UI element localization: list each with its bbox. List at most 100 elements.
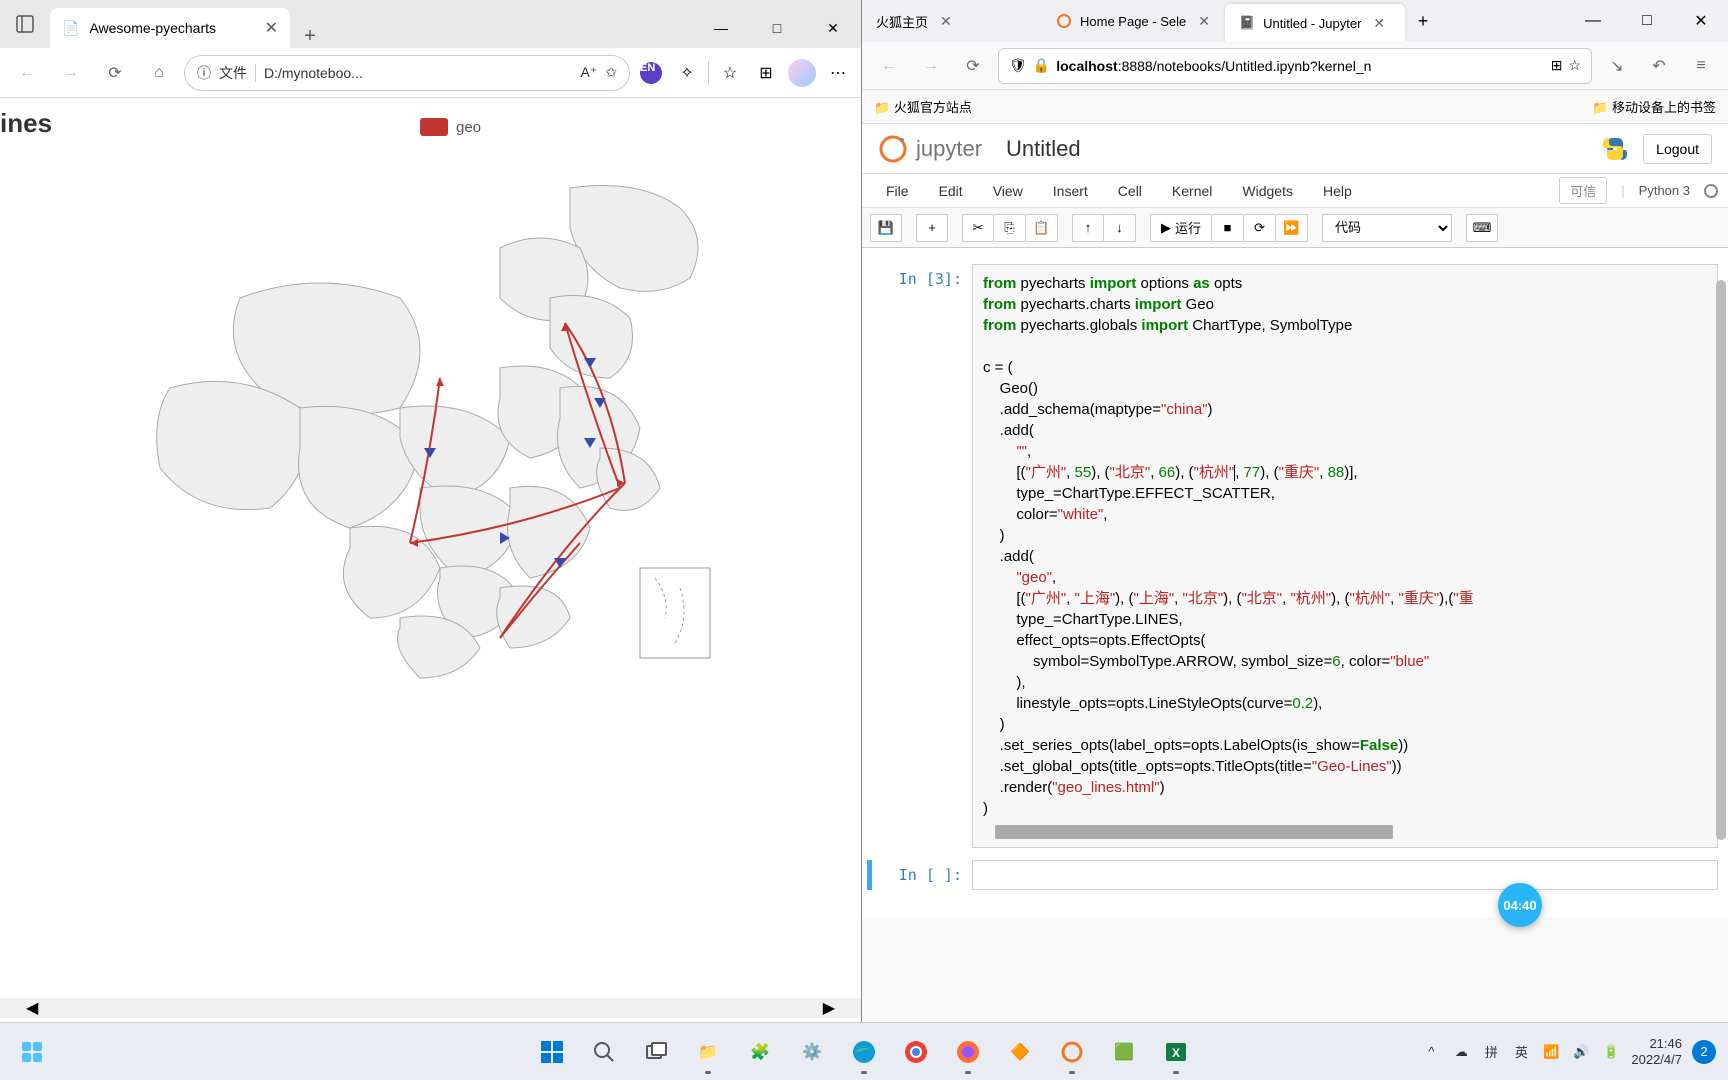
restart-button[interactable]: ⟳ bbox=[1244, 214, 1276, 242]
address-bar[interactable]: ⓘ 文件 D:/mynoteboo... A⁺ ✩ bbox=[184, 55, 630, 91]
tab-actions-button[interactable] bbox=[0, 0, 50, 48]
refresh-button[interactable]: ⟳ bbox=[956, 49, 990, 83]
vertical-scrollbar[interactable] bbox=[1716, 280, 1726, 840]
back-button[interactable]: ← bbox=[872, 49, 906, 83]
extensions-button[interactable]: ↘ bbox=[1600, 49, 1634, 83]
firefox-icon[interactable] bbox=[944, 1028, 992, 1076]
home-button[interactable]: ⌂ bbox=[140, 54, 178, 92]
save-button[interactable]: 💾 bbox=[870, 214, 902, 242]
menu-insert[interactable]: Insert bbox=[1039, 177, 1102, 205]
new-tab-button[interactable]: + bbox=[1405, 0, 1441, 42]
widgets-button[interactable] bbox=[12, 1032, 52, 1072]
menu-button[interactable]: ≡ bbox=[1684, 49, 1718, 83]
menu-kernel[interactable]: Kernel bbox=[1158, 177, 1226, 205]
app-icon[interactable]: 🧩 bbox=[736, 1028, 784, 1076]
firefox-tab-3[interactable]: 📓 Untitled - Jupyter ✕ bbox=[1225, 4, 1405, 42]
close-window-button[interactable]: ✕ bbox=[805, 8, 861, 48]
more-button[interactable]: ⋯ bbox=[823, 58, 853, 88]
run-button[interactable]: ▶ 运行 bbox=[1150, 214, 1212, 242]
start-button[interactable] bbox=[528, 1028, 576, 1076]
kernel-indicator-icon[interactable] bbox=[1704, 184, 1718, 198]
favorites-button[interactable]: ☆ bbox=[715, 58, 745, 88]
cell-type-select[interactable]: 代码 bbox=[1322, 214, 1452, 242]
bookmark-folder[interactable]: 📁 火狐官方站点 bbox=[874, 97, 972, 116]
onedrive-icon[interactable]: ☁ bbox=[1451, 1042, 1471, 1062]
forward-button[interactable]: → bbox=[52, 54, 90, 92]
bookmark-star-icon[interactable]: ☆ bbox=[1568, 57, 1581, 74]
favorites-icon[interactable]: ✩ bbox=[605, 64, 617, 81]
qr-icon[interactable]: ⊞ bbox=[1551, 57, 1563, 74]
site-info-icon[interactable]: ⓘ bbox=[197, 63, 211, 83]
task-view-button[interactable] bbox=[632, 1028, 680, 1076]
browser-tab[interactable]: 📄 Awesome-pyecharts ✕ bbox=[50, 8, 290, 48]
code-input-empty[interactable] bbox=[972, 860, 1718, 890]
collections-icon[interactable]: ⊞ bbox=[751, 58, 781, 88]
code-cell-empty[interactable]: In [ ]: bbox=[867, 860, 1718, 890]
chrome-icon[interactable] bbox=[892, 1028, 940, 1076]
code-input[interactable]: from pyecharts import options as optsfro… bbox=[972, 264, 1718, 848]
settings-icon[interactable]: ⚙️ bbox=[788, 1028, 836, 1076]
jupyter-logo[interactable]: jupyter bbox=[878, 134, 982, 164]
kernel-name[interactable]: Python 3 bbox=[1639, 183, 1690, 198]
battery-icon[interactable]: 🔋 bbox=[1601, 1042, 1621, 1062]
explorer-icon[interactable]: 📁 bbox=[684, 1028, 732, 1076]
shield-icon[interactable]: 🛡 bbox=[1009, 57, 1027, 74]
cut-button[interactable]: ✂ bbox=[962, 214, 994, 242]
back-button[interactable]: ← bbox=[8, 54, 46, 92]
excel-icon[interactable]: X bbox=[1152, 1028, 1200, 1076]
cell-horizontal-scrollbar[interactable] bbox=[995, 825, 1393, 839]
menu-widgets[interactable]: Widgets bbox=[1228, 177, 1307, 205]
horizontal-scrollbar[interactable]: ◀▶ bbox=[0, 998, 861, 1018]
chart-legend[interactable]: geo bbox=[420, 118, 481, 136]
paste-button[interactable]: 📋 bbox=[1026, 214, 1058, 242]
close-tab-icon[interactable]: ✕ bbox=[1198, 13, 1210, 30]
move-up-button[interactable]: ↑ bbox=[1072, 214, 1104, 242]
lock-icon[interactable]: 🔒 bbox=[1033, 57, 1050, 74]
edge-icon[interactable] bbox=[840, 1028, 888, 1076]
code-cell[interactable]: In [3]: from pyecharts import options as… bbox=[872, 264, 1718, 848]
search-button[interactable] bbox=[580, 1028, 628, 1076]
wifi-icon[interactable]: 📶 bbox=[1541, 1042, 1561, 1062]
close-window-button[interactable]: ✕ bbox=[1674, 0, 1728, 42]
close-tab-icon[interactable]: ✕ bbox=[940, 13, 952, 30]
library-button[interactable]: ↶ bbox=[1642, 49, 1676, 83]
notebook-title[interactable]: Untitled bbox=[1006, 136, 1081, 162]
command-palette-button[interactable]: ⌨ bbox=[1466, 214, 1498, 242]
interrupt-button[interactable]: ■ bbox=[1212, 214, 1244, 242]
china-geo-map[interactable] bbox=[120, 148, 760, 708]
minimize-button[interactable]: — bbox=[693, 8, 749, 48]
clock[interactable]: 21:46 2022/4/7 bbox=[1631, 1036, 1682, 1067]
ime-icon-2[interactable]: 英 bbox=[1511, 1042, 1531, 1062]
pycharm-icon[interactable]: 🟩 bbox=[1100, 1028, 1148, 1076]
timestamp-bubble[interactable]: 04:40 bbox=[1498, 883, 1542, 927]
menu-help[interactable]: Help bbox=[1309, 177, 1366, 205]
bookmark-item[interactable]: 📁 移动设备上的书签 bbox=[1592, 97, 1716, 116]
logout-button[interactable]: Logout bbox=[1643, 134, 1712, 164]
maximize-button[interactable]: □ bbox=[1620, 0, 1674, 42]
profile-button[interactable] bbox=[787, 58, 817, 88]
move-down-button[interactable]: ↓ bbox=[1104, 214, 1136, 242]
menu-cell[interactable]: Cell bbox=[1104, 177, 1156, 205]
collections-button[interactable]: ✧ bbox=[672, 58, 702, 88]
reader-mode-icon[interactable]: A⁺ bbox=[581, 64, 598, 81]
firefox-tab-1[interactable]: 火狐主页 ✕ bbox=[862, 0, 1042, 42]
tray-chevron-icon[interactable]: ^ bbox=[1421, 1042, 1441, 1062]
minimize-button[interactable]: — bbox=[1566, 0, 1620, 42]
volume-icon[interactable]: 🔊 bbox=[1571, 1042, 1591, 1062]
copy-button[interactable]: ⎘ bbox=[994, 214, 1026, 242]
menu-file[interactable]: File bbox=[872, 177, 923, 205]
address-bar[interactable]: 🛡 🔒 localhost:8888/notebooks/Untitled.ip… bbox=[998, 48, 1592, 84]
jupyter-taskbar-icon[interactable] bbox=[1048, 1028, 1096, 1076]
app-icon-2[interactable]: 🔶 bbox=[996, 1028, 1044, 1076]
menu-edit[interactable]: Edit bbox=[925, 177, 977, 205]
extension-button[interactable]: EN bbox=[636, 58, 666, 88]
ime-icon-1[interactable]: 拼 bbox=[1481, 1042, 1501, 1062]
forward-button[interactable]: → bbox=[914, 49, 948, 83]
menu-view[interactable]: View bbox=[979, 177, 1037, 205]
notification-count[interactable]: 2 bbox=[1692, 1040, 1716, 1064]
refresh-button[interactable]: ⟳ bbox=[96, 54, 134, 92]
firefox-tab-2[interactable]: Home Page - Sele ✕ bbox=[1042, 0, 1225, 42]
close-tab-button[interactable]: ✕ bbox=[265, 18, 278, 38]
restart-run-all-button[interactable]: ⏩ bbox=[1276, 214, 1308, 242]
add-cell-button[interactable]: + bbox=[916, 214, 948, 242]
